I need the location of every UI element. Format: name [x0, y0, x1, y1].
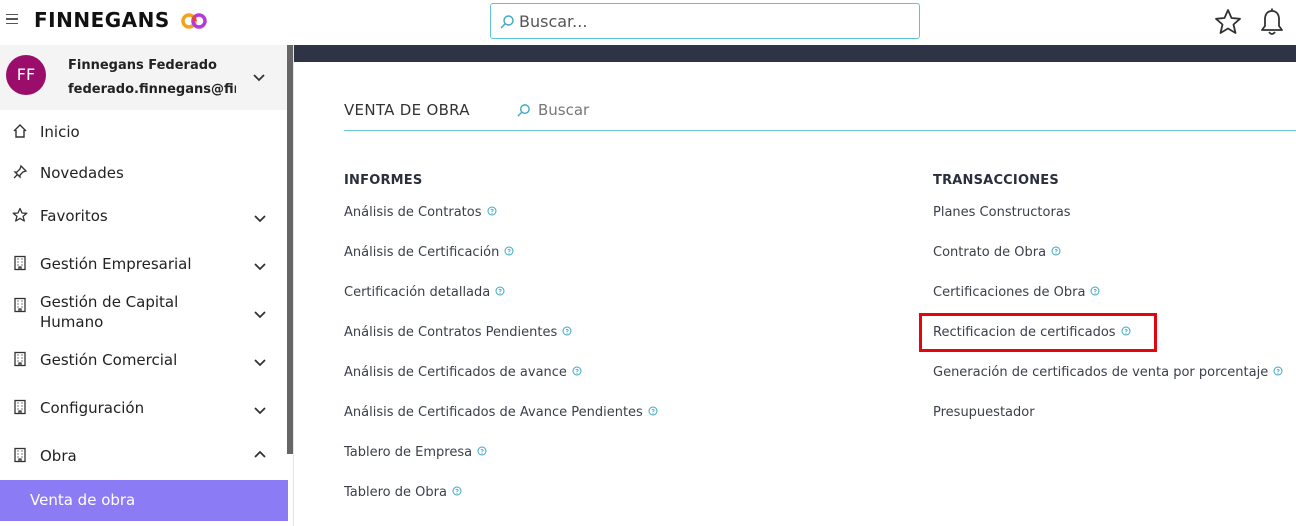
favorites-star-icon[interactable] — [1213, 7, 1243, 37]
link-label[interactable]: Tablero de Obra — [344, 485, 447, 500]
sidebar-subitem-venta-de-obra[interactable]: Venta de obra — [0, 480, 288, 521]
sidebar-item-obra[interactable]: Obra — [0, 444, 287, 468]
sidebar-item-gestion-capital-humano[interactable]: Gestión de Capital Humano — [0, 290, 287, 334]
sidebar-item-label: Gestión Empresarial — [40, 255, 192, 273]
link-label[interactable]: Análisis de Contratos — [344, 205, 482, 220]
star-icon — [12, 207, 28, 222]
link-label[interactable]: Análisis de Contratos Pendientes — [344, 325, 557, 340]
link-analisis-de-certificados-de-avance-pendientes[interactable]: Análisis de Certificados de Avance Pendi… — [344, 405, 658, 420]
building-icon — [14, 297, 26, 313]
chevron-down-icon[interactable] — [252, 73, 266, 83]
hamburger-menu-icon[interactable] — [6, 14, 18, 26]
help-icon[interactable] — [495, 286, 505, 296]
link-label[interactable]: Análisis de Certificados de Avance Pendi… — [344, 405, 643, 420]
link-label[interactable]: Tablero de Empresa — [344, 445, 472, 460]
page-title: VENTA DE OBRA — [344, 101, 470, 119]
top-bar: FINNEGANS — [0, 0, 1296, 45]
help-icon[interactable] — [504, 246, 514, 256]
user-name: Finnegans Federado — [68, 58, 217, 73]
link-analisis-de-contratos-pendientes[interactable]: Análisis de Contratos Pendientes — [344, 325, 572, 340]
sidebar-item-label: Obra — [40, 447, 77, 465]
link-label[interactable]: Planes Constructoras — [933, 205, 1071, 220]
link-analisis-de-certificacion[interactable]: Análisis de Certificación — [344, 245, 514, 260]
link-planes-constructoras[interactable]: Planes Constructoras — [933, 205, 1071, 220]
link-label[interactable]: Análisis de Certificados de avance — [344, 365, 567, 380]
chevron-down-icon[interactable] — [253, 358, 267, 368]
link-label[interactable]: Contrato de Obra — [933, 245, 1046, 260]
home-icon — [13, 124, 27, 138]
help-icon[interactable] — [452, 486, 462, 496]
transacciones-heading: TRANSACCIONES — [933, 173, 1059, 188]
sidebar-item-gestion-comercial[interactable]: Gestión Comercial — [0, 348, 287, 372]
search-icon — [500, 15, 514, 29]
sidebar-item-label: Gestión Comercial — [40, 351, 178, 369]
link-generacion-de-certificados-de-venta-por-porcentaje[interactable]: Generación de certificados de venta por … — [933, 365, 1283, 380]
sidebar-item-favoritos[interactable]: Favoritos — [0, 204, 287, 228]
avatar: FF — [6, 55, 46, 95]
link-label[interactable]: Análisis de Certificación — [344, 245, 499, 260]
building-icon — [14, 447, 26, 463]
building-icon — [14, 399, 26, 415]
sidebar-item-novedades[interactable]: Novedades — [0, 161, 287, 185]
link-certificaciones-de-obra[interactable]: Certificaciones de Obra — [933, 285, 1100, 300]
link-label[interactable]: Certificaciones de Obra — [933, 285, 1085, 300]
link-contrato-de-obra[interactable]: Contrato de Obra — [933, 245, 1061, 260]
building-icon — [14, 255, 26, 271]
sidebar-subitem-label: Venta de obra — [30, 491, 136, 509]
building-icon — [14, 351, 26, 367]
link-label[interactable]: Generación de certificados de venta por … — [933, 365, 1268, 380]
sidebar-item-gestion-empresarial[interactable]: Gestión Empresarial — [0, 252, 287, 276]
informes-heading: INFORMES — [344, 173, 423, 188]
brand-name[interactable]: FINNEGANS — [34, 8, 170, 32]
help-icon[interactable] — [648, 406, 658, 416]
link-tablero-de-obra[interactable]: Tablero de Obra — [344, 485, 462, 500]
link-analisis-de-contratos[interactable]: Análisis de Contratos — [344, 205, 497, 220]
help-icon[interactable] — [572, 366, 582, 376]
highlight-box — [919, 313, 1157, 352]
sidebar-item-label: Configuración — [40, 399, 145, 417]
sidebar-item-inicio[interactable]: Inicio — [0, 120, 287, 144]
main-header-band — [294, 45, 1296, 62]
divider — [344, 130, 1296, 131]
help-icon[interactable] — [562, 326, 572, 336]
link-label[interactable]: Presupuestador — [933, 405, 1035, 420]
help-icon[interactable] — [1090, 286, 1100, 296]
link-analisis-de-certificados-de-avance[interactable]: Análisis de Certificados de avance — [344, 365, 582, 380]
chevron-down-icon[interactable] — [253, 214, 267, 224]
search-icon — [517, 104, 530, 117]
notifications-bell-icon[interactable] — [1258, 7, 1286, 37]
sidebar-scrollbar[interactable] — [287, 45, 293, 454]
chevron-down-icon[interactable] — [253, 406, 267, 416]
help-icon[interactable] — [1273, 366, 1283, 376]
user-email: federado.finnegans@fin... — [68, 82, 236, 97]
global-search-input[interactable] — [519, 10, 899, 32]
help-icon[interactable] — [477, 446, 487, 456]
chevron-down-icon[interactable] — [253, 262, 267, 272]
sidebar-item-configuracion[interactable]: Configuración — [0, 396, 287, 420]
user-panel[interactable]: FF Finnegans Federado federado.finnegans… — [0, 45, 287, 110]
help-icon[interactable] — [1051, 246, 1061, 256]
sidebar-item-label: Favoritos — [40, 207, 108, 225]
link-tablero-de-empresa[interactable]: Tablero de Empresa — [344, 445, 487, 460]
help-icon[interactable] — [487, 206, 497, 216]
sidebar: FF Finnegans Federado federado.finnegans… — [0, 45, 294, 526]
sidebar-item-label: Novedades — [40, 164, 124, 182]
sidebar-item-label: Inicio — [40, 123, 80, 141]
chevron-up-icon[interactable] — [253, 449, 267, 459]
section-search-input[interactable] — [538, 99, 838, 121]
sidebar-item-label: Gestión de Capital Humano — [40, 293, 179, 331]
link-label[interactable]: Certificación detallada — [344, 285, 490, 300]
main-content: VENTA DE OBRA INFORMES Análisis de Contr… — [294, 45, 1296, 526]
global-search[interactable] — [490, 3, 920, 39]
pin-icon — [13, 164, 28, 179]
brand-logo-icon — [181, 13, 207, 29]
chevron-down-icon[interactable] — [253, 310, 267, 320]
link-certificacion-detallada[interactable]: Certificación detallada — [344, 285, 505, 300]
link-presupuestador[interactable]: Presupuestador — [933, 405, 1035, 420]
